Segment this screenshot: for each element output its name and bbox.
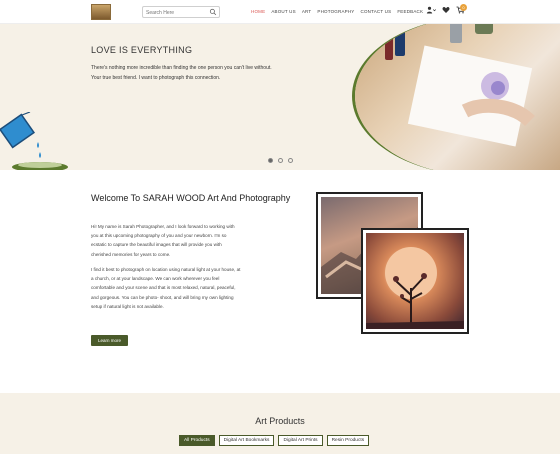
search-box — [142, 6, 220, 18]
nav-art[interactable]: ART — [302, 9, 312, 14]
welcome-paragraph: I find it best to photograph on location… — [91, 267, 241, 309]
nav-about-us[interactable]: ABOUT US — [271, 9, 296, 14]
slider-dot[interactable] — [278, 158, 283, 163]
nav-home[interactable]: HOME — [251, 9, 265, 14]
heart-icon[interactable] — [442, 6, 450, 14]
section-title: Art Products — [255, 416, 305, 426]
nav-contact-us[interactable]: CONTACT US — [361, 9, 392, 14]
learn-more-button[interactable]: Learn more — [91, 335, 128, 346]
welcome-title: Welcome To SARAH WOOD Art And Photograph… — [91, 193, 291, 203]
slider-dot[interactable] — [288, 158, 293, 163]
site-logo[interactable] — [91, 4, 111, 20]
search-icon[interactable] — [209, 8, 217, 16]
search-input[interactable] — [146, 8, 208, 17]
slider-dots — [268, 158, 293, 163]
hero-image — [352, 24, 560, 170]
site-header: HOME ABOUT US ART PHOTOGRAPHY CONTACT US… — [0, 0, 560, 24]
hero-title: LOVE IS EVERYTHING — [91, 45, 193, 55]
photo-moon-tree — [361, 228, 469, 334]
art-products-section: Art Products All Products Digital Art Bo… — [0, 393, 560, 454]
product-filter-tabs: All Products Digital Art Bookmarks Digit… — [179, 435, 370, 446]
tab-resin-products[interactable]: Resin Products — [326, 435, 370, 446]
user-icon[interactable] — [426, 6, 436, 14]
paint-bucket-icon — [0, 112, 68, 170]
hero-text: There's nothing more incredible than fin… — [91, 65, 272, 81]
tab-digital-art-bookmarks[interactable]: Digital Art Bookmarks — [218, 435, 275, 446]
nav-feedback[interactable]: FEEDBACK — [397, 9, 423, 14]
welcome-paragraph: Hi! My name is Sarah Photographer, and I… — [91, 224, 235, 257]
cart-count-badge: 0 — [460, 4, 467, 11]
slider-dot[interactable] — [268, 158, 273, 163]
tab-all-products[interactable]: All Products — [179, 435, 215, 446]
main-nav: HOME ABOUT US ART PHOTOGRAPHY CONTACT US… — [251, 9, 423, 14]
tab-digital-art-prints[interactable]: Digital Art Prints — [278, 435, 323, 446]
hero-slider: LOVE IS EVERYTHING There's nothing more … — [0, 24, 560, 170]
nav-photography[interactable]: PHOTOGRAPHY — [317, 9, 354, 14]
